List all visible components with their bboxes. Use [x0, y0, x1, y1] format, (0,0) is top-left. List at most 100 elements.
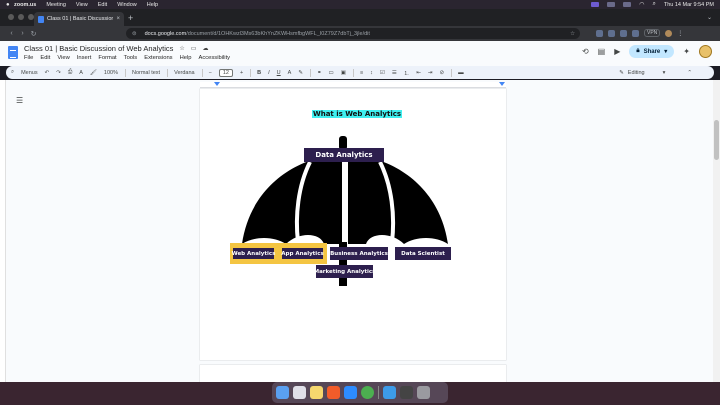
highlight-color-icon[interactable]: ✎ [298, 70, 303, 76]
paragraph-style-select[interactable]: Normal text [132, 70, 160, 76]
scrollbar-thumb[interactable] [714, 120, 719, 160]
zoom-status-icon[interactable] [591, 2, 600, 7]
menu-app-zoom[interactable]: zoom.us [14, 2, 36, 8]
menu-meeting[interactable]: Meeting [46, 2, 66, 8]
close-window-icon[interactable] [8, 14, 14, 20]
forward-icon[interactable]: › [17, 30, 28, 37]
menu-edit[interactable]: Edit [40, 55, 50, 61]
font-family-select[interactable]: Verdana [174, 70, 195, 76]
move-folder-icon[interactable]: ▭ [191, 45, 197, 52]
chrome-icon[interactable] [361, 386, 374, 399]
star-icon[interactable]: ☆ [179, 45, 184, 52]
redo-icon[interactable]: ↷ [56, 70, 61, 76]
avatar[interactable] [699, 45, 712, 58]
finder-icon[interactable] [276, 386, 289, 399]
numbered-list-icon[interactable]: ⒈ [404, 69, 410, 77]
menu-help[interactable]: Help [180, 55, 192, 61]
comments-icon[interactable]: ▤ [598, 47, 606, 56]
checklist-icon[interactable]: ☑ [380, 70, 385, 76]
version-history-icon[interactable]: ⟲ [582, 47, 589, 56]
align-icon[interactable]: ≡ [360, 70, 363, 76]
clock[interactable]: Thu 14 Mar 9:54 PM [664, 2, 714, 8]
notes-icon[interactable] [310, 386, 323, 399]
status-icon[interactable] [623, 2, 632, 7]
document-page-next[interactable] [200, 365, 506, 382]
meet-icon[interactable]: ▶ [614, 47, 620, 56]
trash-icon[interactable] [417, 386, 430, 399]
brave-icon[interactable] [327, 386, 340, 399]
decrease-indent-icon[interactable]: ⇤ [416, 70, 421, 76]
menu-help[interactable]: Help [147, 2, 158, 8]
chevron-up-icon[interactable]: ⌃ [687, 70, 692, 76]
extension-icon[interactable] [632, 29, 639, 37]
bookmark-star-icon[interactable]: ☆ [570, 31, 575, 37]
launchpad-icon[interactable] [293, 386, 306, 399]
line-spacing-icon[interactable]: ↕ [370, 70, 373, 76]
search-menus-label[interactable]: Menus [21, 70, 38, 76]
menu-tools[interactable]: Tools [124, 55, 138, 61]
browser-tab-active[interactable]: Class 01 | Basic Discussion of... × [34, 12, 124, 26]
menu-format[interactable]: Format [98, 55, 116, 61]
right-indent-marker[interactable] [499, 82, 505, 86]
scrollbar[interactable] [713, 80, 720, 382]
extension-icon[interactable] [596, 29, 603, 37]
extension-icon[interactable] [620, 29, 627, 37]
decrease-font-size-icon[interactable]: − [209, 70, 212, 76]
screenshot-icon[interactable] [400, 386, 413, 399]
site-info-icon[interactable]: ⊜ [132, 31, 137, 37]
italic-icon[interactable]: I [268, 70, 270, 76]
back-icon[interactable]: ‹ [6, 30, 17, 37]
insert-comment-icon[interactable]: ▭ [329, 70, 334, 76]
print-icon[interactable]: ⎙ [68, 69, 72, 76]
insert-link-icon[interactable]: ⚭ [317, 70, 322, 76]
apple-icon[interactable]: ● [6, 2, 14, 8]
docs-logo-icon[interactable] [8, 46, 18, 59]
clear-formatting-icon[interactable]: ⊘ [440, 70, 445, 76]
minimize-window-icon[interactable] [18, 14, 24, 20]
undo-icon[interactable]: ↶ [45, 70, 50, 76]
increase-indent-icon[interactable]: ⇥ [428, 70, 433, 76]
menu-edit[interactable]: Edit [98, 2, 107, 8]
new-tab-button[interactable]: + [128, 13, 133, 23]
document-outline-icon[interactable]: ☰ [16, 96, 23, 105]
cloud-status-icon[interactable]: ☁ [202, 45, 208, 52]
bold-icon[interactable]: B [257, 70, 261, 76]
menu-view[interactable]: View [57, 55, 69, 61]
paint-format-icon[interactable]: 🖌︎ [90, 70, 97, 76]
underline-icon[interactable]: U [277, 70, 281, 76]
bulleted-list-icon[interactable]: ☰ [392, 70, 397, 76]
left-indent-marker[interactable] [214, 82, 220, 86]
search-icon[interactable]: ⌕ [652, 1, 655, 8]
menu-extensions[interactable]: Extensions [144, 55, 172, 61]
text-color-icon[interactable]: A [288, 70, 292, 76]
zoom-icon[interactable] [344, 386, 357, 399]
search-menus-icon[interactable]: ⌕ [11, 69, 14, 76]
address-bar[interactable]: ⊜ docs.google.com/document/d/1OHKwzl3Ms6… [126, 28, 580, 39]
extension-icon[interactable] [608, 29, 615, 37]
reload-icon[interactable]: ↻ [28, 30, 39, 38]
gemini-icon[interactable]: ✦ [683, 47, 690, 56]
zoom-select[interactable]: 100% [104, 70, 118, 76]
editing-mode-select[interactable]: ✎ Editing ▾ ⌃ [619, 66, 692, 79]
folder-icon[interactable] [383, 386, 396, 399]
increase-font-size-icon[interactable]: + [240, 70, 243, 76]
menu-accessibility[interactable]: Accessibility [199, 55, 231, 61]
more-icon[interactable]: ⋮ [677, 30, 683, 37]
spellcheck-icon[interactable]: A [79, 70, 83, 76]
doc-title[interactable]: Class 01 | Basic Discussion of Web Analy… [24, 44, 173, 53]
menu-file[interactable]: File [24, 55, 33, 61]
chevron-down-icon[interactable]: ▾ [664, 48, 667, 55]
tab-search-icon[interactable]: ⌄ [707, 14, 712, 21]
wifi-icon[interactable]: ◠ [639, 1, 644, 8]
close-tab-icon[interactable]: × [116, 16, 120, 22]
input-tools-icon[interactable]: ▬ [458, 70, 464, 76]
insert-image-icon[interactable]: ▣ [341, 70, 346, 76]
menu-window[interactable]: Window [117, 2, 137, 8]
font-size-input[interactable]: 12 [218, 68, 233, 77]
menu-view[interactable]: View [76, 2, 88, 8]
status-icon[interactable] [607, 2, 616, 7]
menu-insert[interactable]: Insert [77, 55, 92, 61]
profile-icon[interactable] [665, 29, 673, 37]
vpn-badge[interactable]: VPN [644, 29, 661, 37]
share-button[interactable]: 🔒︎ Share ▾ [629, 45, 675, 58]
